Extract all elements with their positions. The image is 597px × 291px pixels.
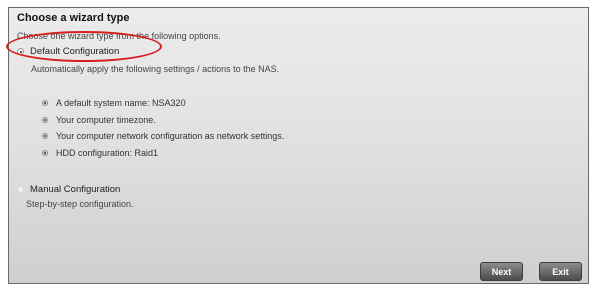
next-button[interactable]: Next — [480, 262, 523, 281]
list-item: Your computer network configuration as n… — [42, 128, 284, 145]
manual-configuration-description: Step-by-step configuration. — [26, 199, 134, 209]
manual-configuration-option[interactable]: Manual Configuration — [17, 184, 120, 195]
list-item: A default system name: NSA320 — [42, 95, 284, 112]
bullet-icon — [42, 149, 48, 156]
default-configuration-description: Automatically apply the following settin… — [31, 64, 280, 74]
manual-configuration-radio[interactable] — [17, 186, 24, 193]
list-item: HDD configuration: Raid1 — [42, 145, 284, 162]
default-configuration-label: Default Configuration — [30, 46, 120, 57]
bullet-icon — [42, 116, 48, 123]
page-title: Choose a wizard type — [17, 12, 130, 24]
bullet-icon — [42, 100, 48, 107]
exit-button[interactable]: Exit — [539, 262, 582, 281]
manual-configuration-label: Manual Configuration — [30, 184, 121, 195]
list-item-text: A default system name: NSA320 — [56, 98, 186, 109]
wizard-panel: Choose a wizard type Choose one wizard t… — [6, 7, 589, 284]
list-item-text: Your computer network configuration as n… — [56, 131, 285, 142]
bullet-icon — [42, 133, 48, 140]
list-item: Your computer timezone. — [42, 112, 284, 129]
default-settings-list: A default system name: NSA320 Your compu… — [42, 95, 284, 161]
default-configuration-option[interactable]: Default Configuration — [17, 46, 119, 57]
list-item-text: HDD configuration: Raid1 — [56, 147, 159, 158]
page-subtitle: Choose one wizard type from the followin… — [17, 31, 221, 41]
list-item-text: Your computer timezone. — [56, 114, 156, 125]
default-configuration-radio[interactable] — [17, 48, 24, 55]
